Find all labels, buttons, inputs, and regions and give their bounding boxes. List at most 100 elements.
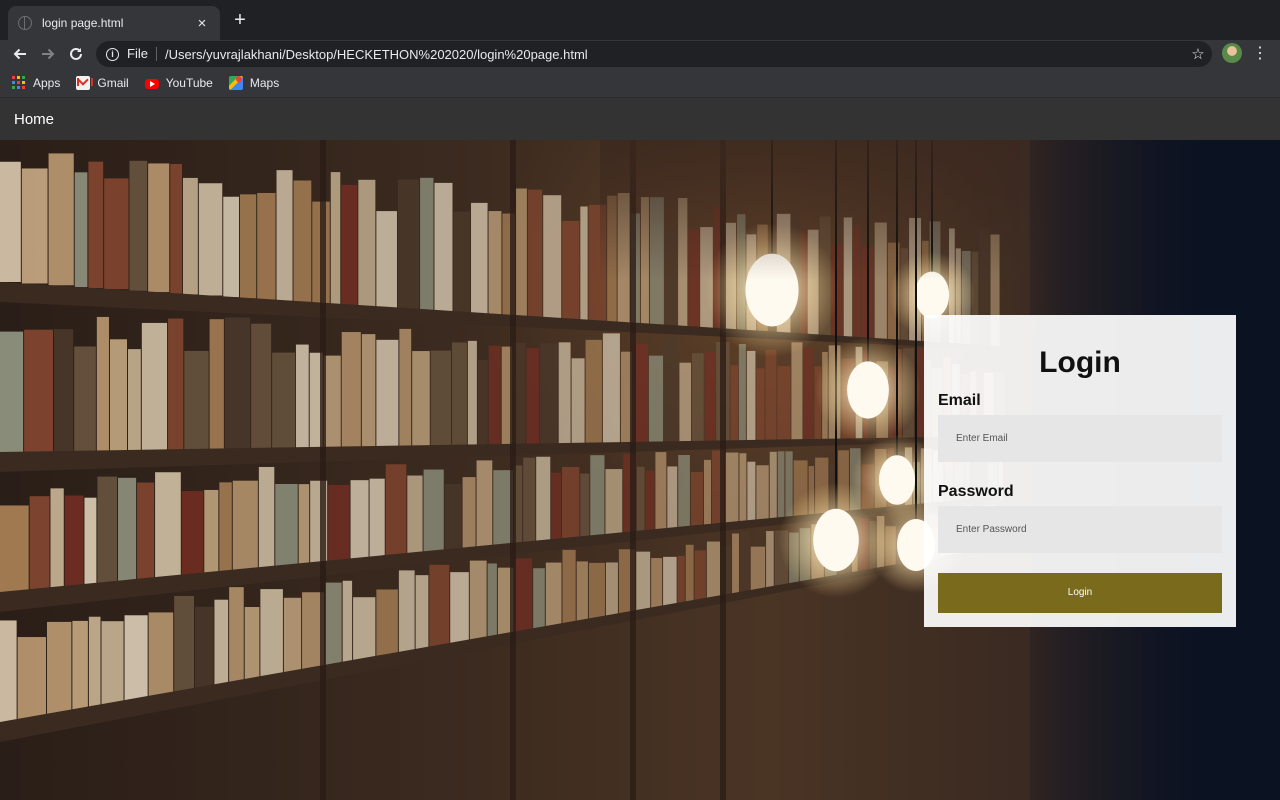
book-spine <box>181 491 204 576</box>
book-spine <box>0 505 29 592</box>
book-spine <box>756 368 765 443</box>
nav-home-link[interactable]: Home <box>14 111 54 128</box>
book-spine <box>746 350 756 444</box>
book-spine <box>551 472 562 542</box>
book-spine <box>350 480 369 560</box>
book-spine <box>283 597 302 674</box>
book-spine <box>415 575 429 651</box>
forward-button[interactable] <box>36 42 60 66</box>
book-spine <box>429 564 450 649</box>
book-spine <box>585 339 602 445</box>
bookmark-maps[interactable]: Maps <box>228 75 280 90</box>
new-tab-button[interactable]: + <box>229 9 251 31</box>
book-spine <box>571 358 585 446</box>
book-spine <box>677 555 685 606</box>
book-spine <box>260 589 283 678</box>
url-text[interactable]: /Users/yuvrajlakhani/Desktop/HECKETHON%2… <box>165 47 1184 62</box>
book-spine <box>576 561 588 623</box>
book-spine <box>293 180 312 302</box>
book-spine <box>605 562 618 618</box>
youtube-icon <box>144 78 159 89</box>
password-field[interactable] <box>938 506 1222 553</box>
book-spine <box>376 589 398 658</box>
book-spine <box>29 496 50 590</box>
book-spine <box>298 484 310 565</box>
book-spine <box>423 469 444 554</box>
book-spine <box>488 345 501 447</box>
globe-icon <box>18 16 32 30</box>
book-spine <box>450 572 469 645</box>
bookmark-label: Apps <box>33 75 61 90</box>
book-spine <box>342 580 353 664</box>
bookmark-star-icon[interactable]: ☆ <box>1184 45 1212 63</box>
info-icon[interactable]: i <box>106 47 119 61</box>
book-spine <box>239 194 257 299</box>
bookmarks-bar: Apps Gmail YouTube Maps <box>0 68 1280 98</box>
book-spine <box>219 482 232 572</box>
book-spine <box>453 211 471 313</box>
shelf-upright <box>320 140 326 800</box>
book-spine <box>168 318 184 450</box>
book-spine <box>129 160 148 291</box>
book-spine <box>590 455 605 538</box>
site-navbar: Home <box>0 98 1280 140</box>
book-spine <box>645 470 655 533</box>
book-spine <box>462 477 476 550</box>
book-spine <box>526 348 539 446</box>
book-spine <box>516 188 527 318</box>
book-spine <box>664 336 679 445</box>
book-spine <box>739 531 750 595</box>
book-spine <box>730 365 738 444</box>
shelf-upright <box>510 140 516 800</box>
password-label: Password <box>938 483 1014 500</box>
book-spine <box>275 483 298 567</box>
book-spine <box>766 531 774 591</box>
light-bulb-icon <box>878 455 916 505</box>
book-spine <box>692 353 704 444</box>
book-spine <box>257 192 276 300</box>
bookmark-apps[interactable]: Apps <box>12 75 61 90</box>
book-spine <box>739 453 747 524</box>
tab-close-icon[interactable]: × <box>194 15 210 32</box>
bookmark-gmail[interactable]: Gmail <box>76 75 129 90</box>
book-spine <box>539 343 558 446</box>
tab-title: login page.html <box>42 16 124 30</box>
browser-tab[interactable]: login page.html × <box>8 6 220 40</box>
book-spine <box>685 544 694 605</box>
address-bar[interactable]: i File /Users/yuvrajlakhani/Desktop/HECK… <box>96 41 1212 67</box>
book-spine <box>452 342 467 447</box>
book-spine <box>64 495 84 587</box>
bookmark-youtube[interactable]: YouTube <box>144 76 213 90</box>
book-spine <box>198 183 223 296</box>
back-button[interactable] <box>8 42 32 66</box>
book-spine <box>96 316 109 451</box>
login-button[interactable]: Login <box>938 573 1222 613</box>
bookmark-label: Gmail <box>97 75 129 90</box>
book-spine <box>276 170 293 301</box>
book-spine <box>330 172 341 305</box>
email-field[interactable] <box>938 415 1222 462</box>
book-spine <box>655 452 667 532</box>
book-spine <box>74 346 96 452</box>
book-spine <box>127 349 141 451</box>
book-spine <box>580 206 588 322</box>
arrow-right-icon <box>42 48 55 60</box>
book-spine <box>358 179 376 307</box>
login-card: Login Email Password Login <box>924 315 1236 627</box>
book-spine <box>398 570 415 654</box>
book-spine <box>636 551 651 613</box>
book-spine <box>204 489 219 574</box>
book-spine <box>341 184 358 306</box>
reload-button[interactable] <box>64 42 88 66</box>
library-background-image: Login Email Password Login <box>0 140 1280 800</box>
book-spine <box>678 455 690 530</box>
browser-menu-icon[interactable]: ⋮ <box>1252 44 1268 64</box>
book-spine <box>174 595 195 693</box>
book-spine <box>84 497 97 585</box>
maps-icon <box>228 75 243 90</box>
profile-avatar[interactable] <box>1222 43 1242 63</box>
book-spine <box>72 620 88 710</box>
book-spine <box>341 332 361 448</box>
book-spine <box>369 478 385 558</box>
bookmark-label: Maps <box>249 75 280 90</box>
